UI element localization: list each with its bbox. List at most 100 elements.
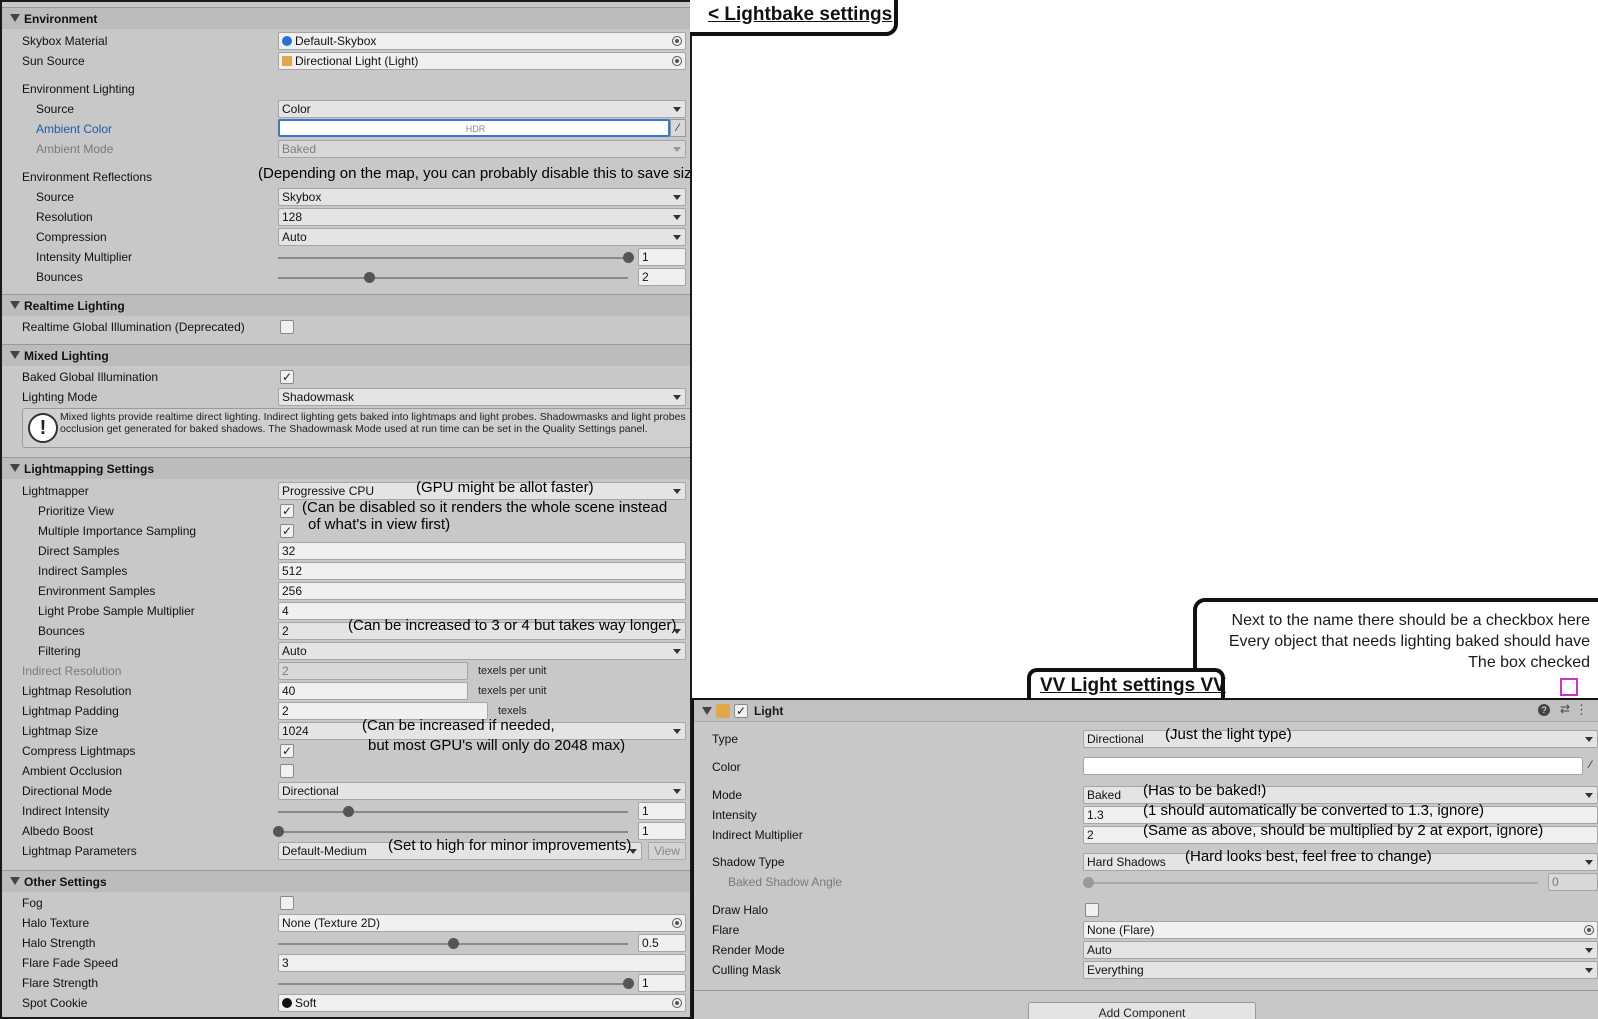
indirect-samples-field[interactable]: 512 xyxy=(278,562,686,580)
foldout-arrow-icon[interactable] xyxy=(10,351,20,359)
bounces-slider-thumb[interactable] xyxy=(364,272,375,283)
flare-strength-slider-thumb[interactable] xyxy=(623,978,634,989)
light-component-header[interactable]: ✓ Light ? ⇄ ⋮ xyxy=(694,700,1598,722)
sun-source-label: Sun Source xyxy=(22,54,85,68)
foldout-arrow-icon[interactable] xyxy=(702,707,712,715)
baked-gi-checkbox[interactable]: ✓ xyxy=(280,370,294,384)
flare-strength-slider-track[interactable] xyxy=(278,983,628,985)
albedo-boost-field[interactable]: 1 xyxy=(638,822,686,840)
section-environment-header[interactable]: Environment xyxy=(2,7,690,29)
halo-strength-slider-thumb[interactable] xyxy=(448,938,459,949)
indirect-multiplier-label: Indirect Multiplier xyxy=(712,828,803,842)
section-mixed-header[interactable]: Mixed Lighting xyxy=(2,344,690,366)
direct-samples-field[interactable]: 32 xyxy=(278,542,686,560)
ambient-mode-value: Baked xyxy=(282,142,317,156)
section-lightmapping-header[interactable]: Lightmapping Settings xyxy=(2,457,690,479)
compression-label: Compression xyxy=(36,230,107,244)
lightmap-resolution-field[interactable]: 40 xyxy=(278,682,468,700)
section-realtime-header[interactable]: Realtime Lighting xyxy=(2,294,690,316)
prioritize-note-line1: (Can be disabled so it renders the whole… xyxy=(302,499,668,516)
divider xyxy=(694,990,1598,991)
object-picker-icon[interactable] xyxy=(672,56,682,66)
view-button[interactable]: View xyxy=(648,842,686,860)
resolution-value: 128 xyxy=(282,210,303,224)
help-icon[interactable]: ? xyxy=(1538,704,1550,716)
ambient-occlusion-checkbox[interactable] xyxy=(280,764,294,778)
culling-mask-dropdown[interactable]: Everything xyxy=(1083,961,1598,979)
foldout-arrow-icon[interactable] xyxy=(10,14,20,22)
flare-field[interactable]: None (Flare) xyxy=(1083,921,1598,939)
eyedropper-icon[interactable]: ⁄ xyxy=(670,119,686,137)
object-picker-icon[interactable] xyxy=(1584,925,1594,935)
indirect-intensity-slider-track[interactable] xyxy=(278,811,628,813)
halo-texture-field[interactable]: None (Texture 2D) xyxy=(278,914,686,932)
preset-icon[interactable]: ⇄ xyxy=(1560,702,1570,716)
lighting-mode-label: Lighting Mode xyxy=(22,390,98,404)
chevron-down-icon xyxy=(673,215,681,220)
render-mode-dropdown[interactable]: Auto xyxy=(1083,941,1598,959)
foldout-arrow-icon[interactable] xyxy=(10,301,20,309)
intensity-slider-track[interactable] xyxy=(278,257,628,259)
object-picker-icon[interactable] xyxy=(672,36,682,46)
section-title: Environment xyxy=(24,12,98,26)
halo-strength-field[interactable]: 0.5 xyxy=(638,934,686,952)
light-title: Light xyxy=(754,704,784,718)
env-samples-field[interactable]: 256 xyxy=(278,582,686,600)
sun-source-field[interactable]: Directional Light (Light) xyxy=(278,52,686,70)
object-picker-icon[interactable] xyxy=(672,918,682,928)
add-component-button[interactable]: Add Component xyxy=(1028,1002,1256,1019)
draw-halo-checkbox[interactable] xyxy=(1085,903,1099,917)
intensity-multiplier-field[interactable]: 1 xyxy=(638,248,686,266)
halo-texture-label: Halo Texture xyxy=(22,916,90,930)
albedo-slider-thumb[interactable] xyxy=(273,826,284,837)
chevron-down-icon xyxy=(673,395,681,400)
ambient-color-swatch[interactable]: HDR xyxy=(278,119,670,137)
compression-dropdown[interactable]: Auto xyxy=(278,228,686,246)
halo-strength-label: Halo Strength xyxy=(22,936,96,950)
refl-source-dropdown[interactable]: Skybox xyxy=(278,188,686,206)
object-picker-icon[interactable] xyxy=(672,998,682,1008)
flare-strength-field[interactable]: 1 xyxy=(638,974,686,992)
intensity-label: Intensity xyxy=(712,808,757,822)
spot-cookie-field[interactable]: Soft xyxy=(278,994,686,1012)
skybox-material-label: Skybox Material xyxy=(22,34,108,48)
chevron-down-icon xyxy=(673,489,681,494)
chevron-down-icon xyxy=(673,729,681,734)
chevron-down-icon xyxy=(673,235,681,240)
indirect-intensity-slider-thumb[interactable] xyxy=(343,806,354,817)
lm-bounces-value: 2 xyxy=(282,624,289,638)
prioritize-view-checkbox[interactable]: ✓ xyxy=(280,504,294,518)
env-source-dropdown[interactable]: Color xyxy=(278,100,686,118)
intensity-slider-thumb[interactable] xyxy=(623,252,634,263)
flare-fade-field[interactable]: 3 xyxy=(278,954,686,972)
lightmap-padding-label: Lightmap Padding xyxy=(22,704,119,718)
lighting-mode-dropdown[interactable]: Shadowmask xyxy=(278,388,686,406)
skybox-material-field[interactable]: Default-Skybox xyxy=(278,32,686,50)
light-component-panel: ✓ Light ? ⇄ ⋮ Type Directional (Just the… xyxy=(692,698,1598,1019)
lightbake-callout: < Lightbake settings xyxy=(690,0,898,36)
light-enabled-checkbox[interactable]: ✓ xyxy=(734,704,748,718)
type-dropdown[interactable]: Directional xyxy=(1083,730,1598,748)
filtering-dropdown[interactable]: Auto xyxy=(278,642,686,660)
intensity-multiplier-label: Intensity Multiplier xyxy=(36,250,133,264)
bounces-slider-track[interactable] xyxy=(278,277,628,279)
type-value: Directional xyxy=(1087,732,1144,746)
more-options-icon[interactable]: ⋮ xyxy=(1575,702,1588,718)
compress-lightmaps-checkbox[interactable]: ✓ xyxy=(280,744,294,758)
foldout-arrow-icon[interactable] xyxy=(10,877,20,885)
fog-checkbox[interactable] xyxy=(280,896,294,910)
color-swatch[interactable] xyxy=(1083,757,1583,775)
albedo-slider-track[interactable] xyxy=(278,831,628,833)
env-bounces-field[interactable]: 2 xyxy=(638,268,686,286)
directional-mode-dropdown[interactable]: Directional xyxy=(278,782,686,800)
realtime-gi-checkbox[interactable] xyxy=(280,320,294,334)
light-icon xyxy=(282,56,292,66)
section-other-header[interactable]: Other Settings xyxy=(2,870,690,892)
chevron-down-icon xyxy=(1585,968,1593,973)
indirect-intensity-field[interactable]: 1 xyxy=(638,802,686,820)
resolution-dropdown[interactable]: 128 xyxy=(278,208,686,226)
mis-checkbox[interactable]: ✓ xyxy=(280,524,294,538)
compress-lightmaps-label: Compress Lightmaps xyxy=(22,744,136,758)
foldout-arrow-icon[interactable] xyxy=(10,464,20,472)
eyedropper-icon[interactable]: ⁄ xyxy=(1583,757,1598,775)
